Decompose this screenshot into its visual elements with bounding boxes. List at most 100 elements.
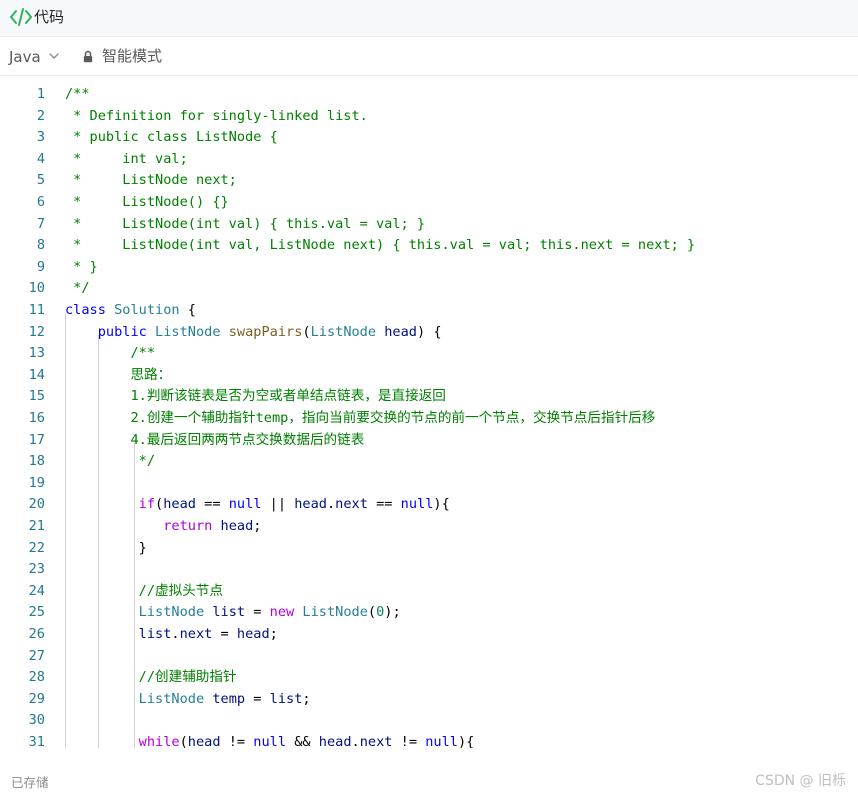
code-token: . (351, 734, 360, 748)
code-text: 1.判断该链表是否为空或者单结点链表，是直接返回 (65, 386, 445, 408)
code-text: class Solution { (65, 300, 196, 322)
line-number: 16 (28, 410, 45, 426)
code-token: //虚拟头节点 (65, 582, 223, 599)
code-token: head (163, 496, 196, 513)
code-line[interactable]: 2 * Definition for singly-linked list. (0, 106, 858, 128)
code-editor[interactable]: 1 /** 2 * Definition for singly-linked lis… (0, 76, 858, 748)
code-token: ){ (433, 496, 450, 513)
line-number: 20 (28, 496, 45, 513)
code-line[interactable]: 26 list.next = head; (0, 624, 858, 646)
code-line[interactable]: 17 4.最后返回两两节点交换数据后的链表 (0, 430, 858, 452)
line-number: 6 (36, 194, 45, 210)
code-line[interactable]: 7 * ListNode(int val) { this.val = val; … (0, 214, 858, 236)
line-number: 30 (28, 712, 45, 729)
code-text: ListNode temp = list; (65, 689, 311, 711)
code-line[interactable]: 4 * int val; (0, 149, 858, 171)
code-line[interactable]: 11 class Solution { (0, 300, 858, 322)
code-token: head (294, 496, 327, 513)
panel-header: 代码 (0, 0, 858, 37)
code-token: list (138, 626, 172, 642)
code-token: Solution (114, 302, 180, 318)
code-text: 4.最后返回两两节点交换数据后的链表 (65, 430, 364, 452)
code-token: next (335, 496, 368, 513)
code-line[interactable]: 16 2.创建一个辅助指针temp，指向当前要交换的节点的前一个节点，交换节点后… (0, 408, 858, 430)
code-token: ) { (417, 323, 442, 340)
chevron-down-icon[interactable] (49, 53, 59, 60)
code-line[interactable]: 10 */ (0, 278, 858, 300)
line-number: 10 (28, 280, 45, 297)
code-token: ); (384, 604, 401, 621)
code-text: * public class ListNode { (65, 127, 278, 149)
code-line[interactable]: 19 (0, 473, 858, 495)
code-line[interactable]: 22 } (0, 538, 858, 560)
code-token: * } (65, 258, 98, 275)
code-line[interactable]: 30 (0, 710, 858, 732)
code-token: ListNode (138, 690, 205, 707)
code-token: * ListNode(int val, ListNode next) { thi… (65, 237, 696, 254)
code-token: null (400, 496, 434, 513)
code-line[interactable]: 31 while(head != null && head.next != nu… (0, 732, 858, 748)
code-token: ( (367, 604, 377, 621)
code-token: head (318, 734, 352, 748)
code-token: ){ (457, 734, 475, 748)
code-line[interactable]: 18 */ (0, 451, 858, 473)
line-number: 12 (28, 323, 45, 340)
line-number: 21 (28, 518, 45, 534)
line-number: 9 (36, 258, 45, 275)
code-text: ListNode list = new ListNode(0); (65, 602, 401, 624)
code-token: /** (65, 345, 156, 362)
line-number: 25 (28, 604, 45, 621)
code-token: */ (65, 280, 90, 297)
code-token: ListNode (302, 604, 368, 621)
smart-mode-label[interactable]: 智能模式 (102, 46, 162, 66)
code-text: */ (65, 278, 90, 300)
code-line[interactable]: 24 //虚拟头节点 (0, 581, 858, 603)
language-select[interactable]: Java (9, 47, 41, 67)
code-token: 4.最后返回两两节点交换数据后的链表 (65, 431, 365, 448)
code-line[interactable]: 21 return head; (0, 516, 858, 538)
code-line[interactable]: 9 * } (0, 257, 858, 279)
code-token: * ListNode(int val) { this.val = val; } (65, 215, 426, 232)
code-line[interactable]: 6 * ListNode() {} (0, 192, 858, 214)
code-token: public (97, 323, 147, 340)
code-token: ; (302, 690, 311, 707)
line-number: 24 (28, 582, 45, 599)
code-line[interactable]: 23 (0, 559, 858, 581)
code-token: class (65, 302, 106, 318)
code-line[interactable]: 15 1.判断该链表是否为空或者单结点链表，是直接返回 (0, 386, 858, 408)
code-token: * ListNode() {} (65, 194, 229, 210)
code-token: return (163, 518, 213, 534)
code-token: list (212, 604, 246, 621)
code-token: /** (65, 86, 90, 102)
code-line[interactable]: 1 /** (0, 84, 858, 106)
code-token: next (359, 734, 393, 748)
code-token: while (138, 734, 180, 748)
line-number: 13 (28, 345, 45, 362)
code-token: null (228, 496, 262, 513)
code-line[interactable]: 25 ListNode list = new ListNode(0); (0, 602, 858, 624)
code-line[interactable]: 29 ListNode temp = list; (0, 689, 858, 711)
code-line[interactable]: 3 * public class ListNode { (0, 127, 858, 149)
code-line[interactable]: 20 if(head == null || head.next == null)… (0, 494, 858, 516)
code-line[interactable]: 12 public ListNode swapPairs(ListNode he… (0, 322, 858, 344)
code-token: next (179, 626, 213, 642)
line-number: 17 (28, 431, 45, 448)
code-line[interactable]: 27 (0, 646, 858, 668)
panel-title: 代码 (34, 8, 65, 26)
code-line[interactable]: 28 //创建辅助指针 (0, 667, 858, 689)
code-text: //虚拟头节点 (65, 581, 223, 603)
code-text: * ListNode next; (65, 170, 237, 192)
code-line[interactable]: 5 * ListNode next; (0, 170, 858, 192)
code-line[interactable]: 14 思路： (0, 365, 858, 387)
code-token: = (212, 626, 237, 642)
line-number: 22 (28, 539, 45, 556)
code-text: list.next = head; (65, 624, 278, 646)
code-line[interactable]: 13 /** (0, 343, 858, 365)
code-line[interactable]: 8 * ListNode(int val, ListNode next) { t… (0, 235, 858, 257)
